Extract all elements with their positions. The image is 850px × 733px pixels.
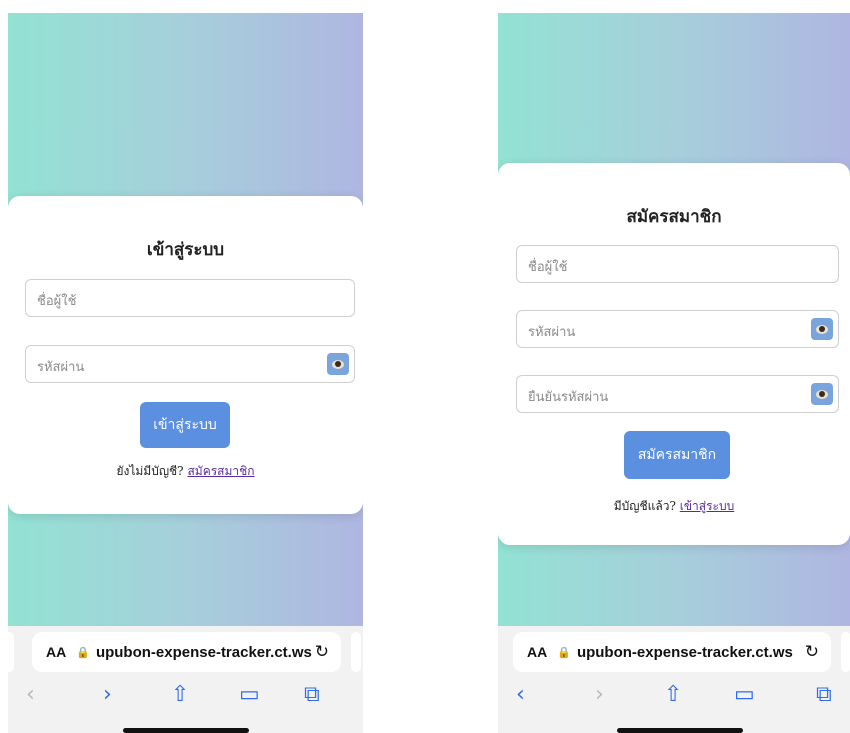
register-hint: ยังไม่มีบัญชี? สมัครสมาชิก (8, 462, 363, 481)
register-button[interactable]: สมัครสมาชิก (624, 431, 730, 479)
tabs-icon[interactable]: ⧉ (816, 682, 832, 707)
login-button[interactable]: เข้าสู่ระบบ (140, 402, 230, 448)
password-placeholder: รหัสผ่าน (528, 325, 576, 340)
username-placeholder: ชื่อผู้ใช้ (37, 294, 77, 309)
forward-icon[interactable]: › (103, 682, 112, 707)
tabs-icon[interactable]: ⧉ (304, 682, 320, 707)
address-bar[interactable]: AA 🔒 upubon-expense-tracker.ct.ws ↻ (32, 632, 341, 672)
forward-icon[interactable]: › (595, 682, 604, 707)
back-icon[interactable]: ‹ (26, 682, 35, 707)
reload-icon[interactable]: ↻ (805, 642, 819, 662)
hint-text: มีบัญชีแล้ว? (613, 499, 676, 513)
safari-toolbar: AA 🔒 upubon-expense-tracker.ct.ws ↻ ‹ › … (498, 626, 850, 733)
password-input[interactable]: รหัสผ่าน (516, 310, 839, 348)
safari-toolbar: AA 🔒 upubon-expense-tracker.ct.ws ↻ ‹ › … (8, 626, 363, 733)
confirm-password-input[interactable]: ยืนยันรหัสผ่าน (516, 375, 839, 413)
username-input[interactable]: ชื่อผู้ใช้ (25, 279, 355, 317)
back-icon[interactable]: ‹ (516, 682, 525, 707)
share-icon[interactable]: ⇧ (171, 682, 189, 707)
username-input[interactable]: ชื่อผู้ใช้ (516, 245, 839, 283)
show-password-eye-icon[interactable] (811, 318, 833, 340)
reload-icon[interactable]: ↻ (315, 642, 329, 662)
previous-tab-edge[interactable] (8, 632, 14, 672)
lock-icon: 🔒 (557, 646, 571, 659)
home-indicator (617, 728, 743, 733)
bookmarks-icon[interactable]: ▭ (734, 682, 755, 707)
next-tab-edge[interactable] (841, 632, 850, 672)
login-title: เข้าสู่ระบบ (146, 240, 225, 260)
text-size-button[interactable]: AA (527, 644, 547, 660)
nav-bar: ‹ › ⇧ ▭ ⧉ (498, 680, 850, 716)
username-placeholder: ชื่อผู้ใช้ (528, 260, 568, 275)
register-title: สมัครสมาชิก (626, 207, 722, 227)
bookmarks-icon[interactable]: ▭ (239, 682, 260, 707)
login-card: เข้าสู่ระบบ ชื่อผู้ใช้ รหัสผ่าน เข้าสู่ร… (8, 196, 363, 514)
lock-icon: 🔒 (76, 646, 90, 659)
show-confirm-password-eye-icon[interactable] (811, 383, 833, 405)
login-hint: มีบัญชีแล้ว? เข้าสู่ระบบ (498, 497, 850, 516)
address-bar[interactable]: AA 🔒 upubon-expense-tracker.ct.ws ↻ (513, 632, 831, 672)
next-tab-edge[interactable] (351, 632, 361, 672)
confirm-password-placeholder: ยืนยันรหัสผ่าน (528, 390, 609, 405)
hint-text: ยังไม่มีบัญชี? (116, 464, 184, 478)
url-text: upubon-expense-tracker.ct.ws (576, 643, 793, 661)
login-link[interactable]: เข้าสู่ระบบ (680, 499, 735, 513)
register-screen: สมัครสมาชิก ชื่อผู้ใช้ รหัสผ่าน ยืนยันรห… (498, 13, 850, 733)
password-placeholder: รหัสผ่าน (37, 360, 85, 375)
login-screen: เข้าสู่ระบบ ชื่อผู้ใช้ รหัสผ่าน เข้าสู่ร… (8, 13, 363, 733)
url-text: upubon-expense-tracker.ct.ws (95, 643, 312, 661)
share-icon[interactable]: ⇧ (664, 682, 682, 707)
register-card: สมัครสมาชิก ชื่อผู้ใช้ รหัสผ่าน ยืนยันรห… (498, 163, 850, 545)
register-link[interactable]: สมัครสมาชิก (187, 464, 254, 478)
home-indicator (123, 728, 249, 733)
nav-bar: ‹ › ⇧ ▭ ⧉ (8, 680, 363, 716)
show-password-eye-icon[interactable] (327, 353, 349, 375)
password-input[interactable]: รหัสผ่าน (25, 345, 355, 383)
text-size-button[interactable]: AA (46, 644, 66, 660)
